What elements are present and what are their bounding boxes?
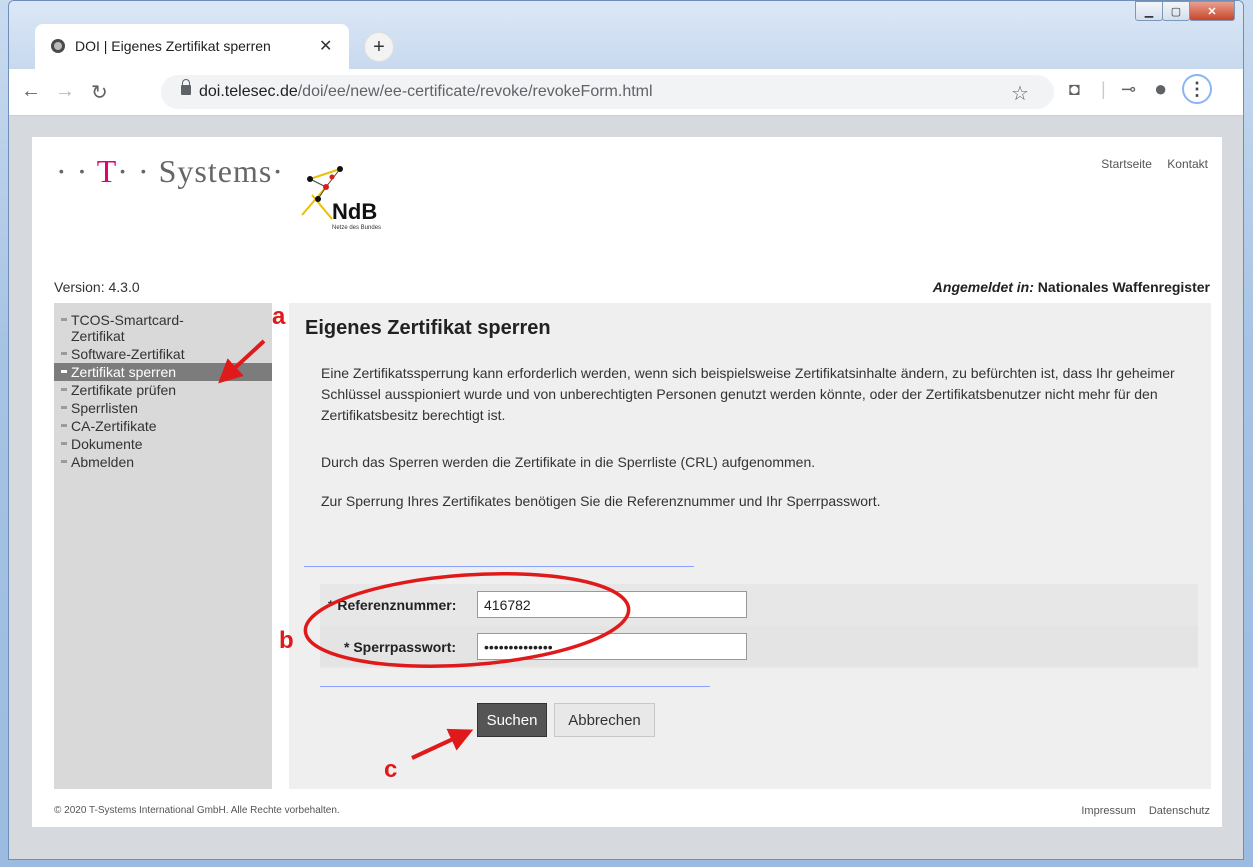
reload-icon[interactable]: ↻ [91,80,108,105]
browser-window: ▁ ▢ ✕ DOI | Eigenes Zertifikat sperren ✕… [8,0,1244,860]
reference-number-label: * Referenznummer: [328,597,457,613]
search-button[interactable]: Suchen [477,703,547,737]
sidebar-nav: TCOS-Smartcard-Zertifikat Software-Zerti… [54,303,272,789]
divider-top [304,566,694,567]
version-label: Version: 4.3.0 [54,279,140,295]
main-content: Eigenes Zertifikat sperren Eine Zertifik… [289,303,1211,789]
link-datenschutz[interactable]: Datenschutz [1149,805,1210,817]
sidebar-item-zertifikate-pruefen[interactable]: Zertifikate prüfen [54,381,272,399]
ndb-logo: NdB Netze des Bundes [292,157,432,237]
new-tab-button[interactable]: + [364,32,394,62]
toolbar-divider: | [1101,79,1106,99]
form-row-reference: * Referenznummer: [320,584,1198,624]
address-bar[interactable]: doi.telesec.de/doi/ee/new/ee-certificate… [161,75,1054,109]
page-title: Eigenes Zertifikat sperren [305,317,551,339]
sidebar-item-software-zertifikat[interactable]: Software-Zertifikat [54,345,272,363]
minimize-button[interactable]: ▁ [1135,1,1163,21]
sidebar-item-dokumente[interactable]: Dokumente [54,435,272,453]
link-impressum[interactable]: Impressum [1081,805,1135,817]
browser-toolbar: ← → ↻ doi.telesec.de/doi/ee/new/ee-certi… [9,69,1243,116]
annotation-label-c: c [384,756,398,783]
sidebar-item-sperrlisten[interactable]: Sperrlisten [54,399,272,417]
revocation-password-input[interactable] [477,633,747,660]
maximize-button[interactable]: ▢ [1162,1,1190,21]
sidebar-item-tcos-smartcard[interactable]: TCOS-Smartcard-Zertifikat [54,311,221,345]
account-icon[interactable]: ● [1154,76,1167,102]
back-arrow-icon[interactable]: ← [21,80,41,103]
close-window-button[interactable]: ✕ [1189,1,1235,21]
reference-number-input[interactable] [477,591,747,618]
menu-icon[interactable]: ⋮ [1182,74,1212,104]
footer-links: Impressum Datenschutz [1071,805,1210,817]
page: · · T· · Systems· NdB Netze des Bundes S… [32,137,1222,827]
link-kontakt[interactable]: Kontakt [1167,157,1208,171]
revocation-password-label: * Sperrpasswort: [344,639,457,655]
ndb-logo-subtitle: Netze des Bundes [332,225,381,231]
top-links: Startseite Kontakt [1089,157,1208,171]
star-icon[interactable]: ☆ [1011,81,1029,106]
close-tab-icon[interactable]: ✕ [319,36,332,56]
sidebar-item-ca-zertifikate[interactable]: CA-Zertifikate [54,417,272,435]
browser-tab[interactable]: DOI | Eigenes Zertifikat sperren ✕ [35,24,349,69]
revoke-form: * Referenznummer: * Sperrpasswort: [320,584,1198,668]
window-controls: ▁ ▢ ✕ [1135,1,1235,21]
intro-paragraph: Eine Zertifikatssperrung kann erforderli… [321,365,1175,423]
annotation-label-a: a [272,303,286,330]
sidebar-item-zertifikat-sperren[interactable]: Zertifikat sperren [54,363,272,381]
key-icon[interactable]: ⊸ [1121,79,1136,100]
link-startseite[interactable]: Startseite [1101,157,1152,171]
lock-icon [181,79,191,95]
crl-paragraph: Durch das Sperren werden die Zertifikate… [321,454,816,470]
form-row-password: * Sperrpasswort: [320,626,1198,666]
logged-in-info: Angemeldet in: Nationales Waffenregister [932,279,1210,295]
copyright-text: © 2020 T-Systems International GmbH. All… [54,805,340,816]
cancel-button[interactable]: Abbrechen [554,703,655,737]
page-viewport: · · T· · Systems· NdB Netze des Bundes S… [9,116,1243,859]
title-bar: ▁ ▢ ✕ DOI | Eigenes Zertifikat sperren ✕… [9,1,1243,69]
forward-arrow-icon[interactable]: → [55,80,75,103]
divider-bottom [320,686,710,687]
camera-icon[interactable]: ◘ [1069,79,1080,100]
requirements-paragraph: Zur Sperrung Ihres Zertifikates benötige… [321,493,881,509]
tsystems-logo: · · T· · Systems· [56,153,284,189]
url-text: doi.telesec.de/doi/ee/new/ee-certificate… [199,83,653,100]
tab-title: DOI | Eigenes Zertifikat sperren [75,38,271,54]
sidebar-item-abmelden[interactable]: Abmelden [54,453,272,471]
annotation-label-b: b [279,627,294,654]
ndb-logo-title: NdB [332,199,377,224]
globe-icon [51,39,65,53]
